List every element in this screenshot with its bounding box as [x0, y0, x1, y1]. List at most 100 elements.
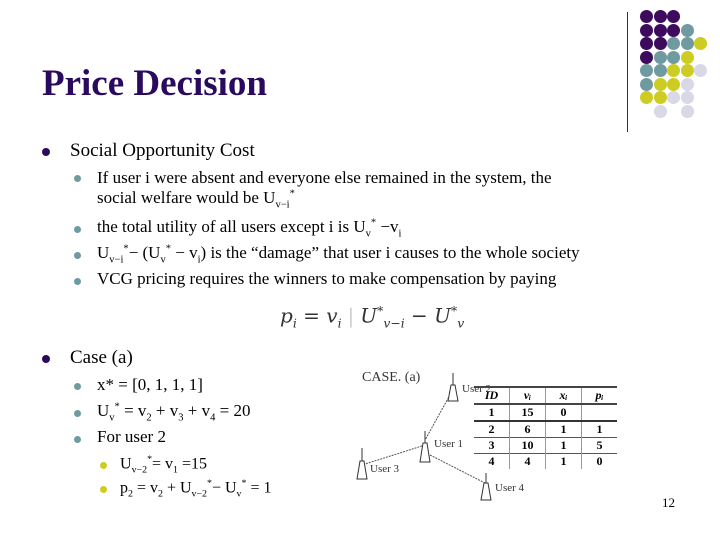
- item-text: − v: [171, 243, 198, 262]
- formula-term: = v: [296, 303, 338, 328]
- decorative-dot: [640, 64, 653, 77]
- decorative-dot: [667, 91, 680, 104]
- decorative-dot: [680, 64, 694, 77]
- table-cell: 3: [488, 438, 495, 452]
- decorative-divider: [627, 12, 628, 132]
- subscript: v: [109, 412, 115, 424]
- item-text: = v: [152, 455, 174, 473]
- table-row: 1 15 0: [474, 404, 617, 421]
- subscript: v−i: [383, 315, 405, 331]
- table-cell: 5: [581, 437, 617, 454]
- decorative-dot: [667, 77, 680, 91]
- antenna-icon-user4: [480, 473, 492, 501]
- decorative-dot: [680, 37, 694, 50]
- table-cell: 4: [488, 454, 495, 468]
- decorative-dot: [680, 23, 694, 37]
- item-text: the total utility of all users except i …: [97, 217, 366, 236]
- table-row: 4 4 1 0: [474, 453, 617, 469]
- list-item: the total utility of all users except i …: [97, 217, 401, 239]
- table-cell: [581, 404, 617, 421]
- bullet-icon: [74, 252, 81, 259]
- column-header: xᵢ: [545, 387, 582, 404]
- subscript: v: [160, 254, 166, 266]
- subscript: v−2: [191, 488, 208, 500]
- decorative-dot: [694, 37, 707, 50]
- item-text: − (U: [128, 243, 161, 262]
- bullet-icon: [74, 410, 81, 417]
- table-cell: 1: [581, 421, 617, 438]
- subscript: v: [457, 315, 465, 331]
- item-text: U: [97, 401, 110, 420]
- decorative-dot: [653, 64, 667, 77]
- item-text: −v: [376, 217, 399, 236]
- user-label: User 3: [370, 463, 400, 475]
- bullet-icon: [100, 462, 107, 469]
- decorative-dot: [640, 10, 653, 23]
- decorative-dot: [694, 64, 707, 77]
- decorative-dot: [680, 91, 694, 104]
- bullet-icon: [42, 355, 50, 363]
- item-text: + v: [183, 401, 211, 420]
- decorative-dot: [653, 23, 667, 37]
- section-heading: Social Opportunity Cost: [70, 140, 255, 161]
- table-cell: 1: [545, 437, 582, 454]
- table-row: 3 10 1 5: [474, 437, 617, 454]
- bullet-icon: [42, 148, 50, 156]
- subscript: i: [337, 315, 342, 331]
- decorative-dot: [653, 10, 667, 23]
- formula-term: p: [280, 303, 293, 328]
- decorative-dot: [653, 37, 667, 50]
- table-cell: 1: [545, 453, 582, 469]
- formula-term: U: [360, 303, 378, 328]
- table-cell: 15: [509, 404, 546, 421]
- subscript: v−i: [275, 199, 290, 211]
- decorative-dot: [667, 64, 680, 77]
- table-cell: 1: [545, 421, 582, 438]
- link-user1-user2: [424, 394, 451, 441]
- decorative-dot: [667, 50, 680, 64]
- item-text: = 1: [246, 479, 272, 497]
- list-item: If user i were absent and everyone else …: [97, 168, 552, 210]
- subscript: v−i: [109, 254, 124, 266]
- table-cell: 4: [509, 453, 546, 469]
- item-text: + v: [151, 401, 179, 420]
- decorative-dot: [680, 77, 694, 91]
- decorative-dot: [640, 91, 653, 104]
- table-cell: 6: [509, 421, 546, 438]
- decorative-dot: [667, 37, 680, 50]
- item-text: social welfare would be U: [97, 188, 276, 207]
- section-heading: Case (a): [70, 347, 133, 368]
- decorative-dot: [653, 50, 667, 64]
- antenna-icon-user2: [447, 373, 459, 402]
- superscript: *: [289, 188, 295, 200]
- decorative-dot: [640, 77, 653, 91]
- antenna-icon-user3: [356, 448, 368, 480]
- page-number: 12: [662, 495, 675, 510]
- user-label: User 4: [495, 482, 525, 494]
- decorative-dot: [640, 23, 653, 37]
- pricing-table: ID vᵢ xᵢ pᵢ 1 15 0 2 6 1 1 3 10 1 5 4 4 …: [474, 386, 617, 469]
- user-label: User 1: [434, 438, 464, 450]
- subscript: v−2: [131, 464, 148, 476]
- table-cell: 10: [509, 437, 546, 454]
- table-cell: 2: [488, 422, 495, 436]
- formula-term: − U: [404, 303, 452, 328]
- list-item: Uv−i*− (Uv* − vi) is the “damage” that u…: [97, 243, 580, 265]
- item-text: =15: [178, 455, 208, 473]
- formula-separator: |: [347, 303, 355, 328]
- decorative-dot: [653, 77, 667, 91]
- decorative-dot: [680, 104, 694, 118]
- decorative-dot: [667, 23, 680, 37]
- decorative-dot: [653, 104, 667, 118]
- list-item: For user 2: [97, 427, 166, 446]
- item-text: − U: [211, 479, 237, 497]
- bullet-icon: [74, 383, 81, 390]
- item-text: = v: [119, 401, 147, 420]
- bullet-icon: [74, 436, 81, 443]
- item-text: p: [120, 479, 128, 497]
- list-item: Uv−2*= v1 =15: [120, 454, 207, 476]
- table-row: 2 6 1 1: [474, 421, 617, 438]
- item-text: = 20: [215, 401, 251, 420]
- vcg-formula: pi = vi | U*v−i − U*v: [280, 303, 464, 331]
- decorative-dot: [653, 91, 667, 104]
